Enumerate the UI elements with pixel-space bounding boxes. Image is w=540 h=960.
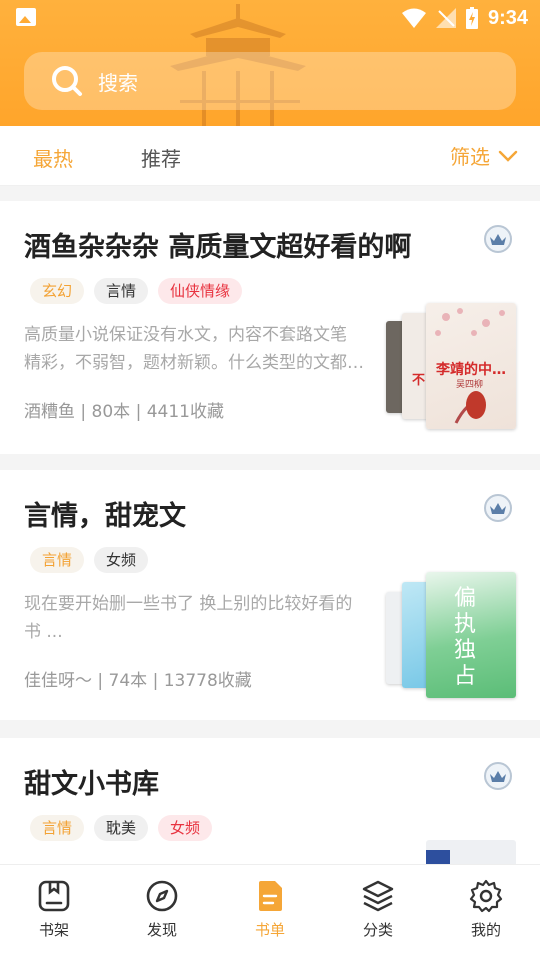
tag: 女频 — [158, 815, 213, 841]
bottom-navigation: 书架 发现 书单 分类 我的 — [0, 864, 540, 960]
crown-badge-icon — [484, 762, 512, 790]
booklist-card[interactable]: 甜文小书库 言情 耽美 女频 — [0, 738, 540, 868]
chevron-down-icon — [498, 150, 518, 162]
booklist-meta: 佳佳呀～ | 74本 | 13778收藏 — [24, 671, 252, 691]
booklist-description: 现在要开始删一些书了 换上别的比较好看的 书 ... — [24, 594, 353, 642]
tab-hot[interactable]: 最热 — [33, 143, 73, 172]
battery-charging-icon — [465, 7, 478, 29]
gear-icon — [469, 879, 503, 913]
tag: 女频 — [94, 547, 149, 573]
search-icon — [52, 66, 82, 96]
tag: 玄幻 — [30, 278, 85, 304]
nav-bookshelf[interactable]: 书架 — [14, 879, 94, 940]
header: 9:34 搜索 — [0, 0, 540, 126]
booklist-meta: 酒糟鱼 | 80本 | 4411收藏 — [24, 402, 224, 422]
nav-category[interactable]: 分类 — [338, 879, 418, 940]
booklist-title: 言情，甜宠文 — [24, 501, 186, 532]
tag: 仙侠情缘 — [158, 278, 243, 304]
booklist-card[interactable]: 言情，甜宠文 言情 女频 现在要开始删一些书了 换上别的比较好看的 书 ... … — [0, 470, 540, 720]
search-bar[interactable]: 搜索 — [24, 52, 516, 110]
book-cover: 李靖的中… 吴四柳 — [426, 303, 516, 429]
wifi-icon — [401, 8, 426, 28]
compass-icon — [146, 880, 178, 912]
tab-recommended[interactable]: 推荐 — [141, 143, 181, 172]
tag: 言情 — [30, 815, 85, 841]
image-notification-icon — [16, 8, 36, 26]
crown-badge-icon — [484, 225, 512, 253]
layers-icon — [362, 880, 394, 912]
booklist-icon — [259, 881, 282, 911]
tag: 言情 — [94, 278, 149, 304]
status-bar: 9:34 — [0, 0, 540, 36]
filter-label: 筛选 — [450, 145, 490, 169]
booklist-title: 酒鱼杂杂杂 高质量文超好看的啊 — [24, 232, 412, 263]
book-covers: 偏执独占 — [386, 572, 516, 700]
booklist-card[interactable]: 酒鱼杂杂杂 高质量文超好看的啊 玄幻 言情 仙侠情缘 高质量小说保证没有水文，内… — [0, 201, 540, 454]
book-covers: 不 李靖的中… 吴四柳 — [386, 303, 516, 431]
booklist-description: 高质量小说保证没有水文，内容不套路文笔 精彩，不弱智，题材新颖。什么类型的文都… — [24, 325, 364, 373]
nav-booklist[interactable]: 书单 — [230, 879, 310, 940]
booklist-title: 甜文小书库 — [24, 769, 159, 800]
book-cover: 偏执独占 — [426, 572, 516, 698]
nav-mine[interactable]: 我的 — [446, 879, 526, 940]
search-placeholder: 搜索 — [98, 70, 138, 95]
bookshelf-icon — [38, 880, 70, 912]
filter-bar: 最热 推荐 筛选 — [0, 126, 540, 186]
crown-badge-icon — [484, 494, 512, 522]
tag: 耽美 — [94, 815, 149, 841]
no-signal-icon — [435, 8, 456, 28]
filter-button[interactable]: 筛选 — [450, 141, 518, 170]
tag: 言情 — [30, 547, 85, 573]
status-time: 9:34 — [487, 6, 528, 29]
nav-discover[interactable]: 发现 — [122, 879, 202, 940]
